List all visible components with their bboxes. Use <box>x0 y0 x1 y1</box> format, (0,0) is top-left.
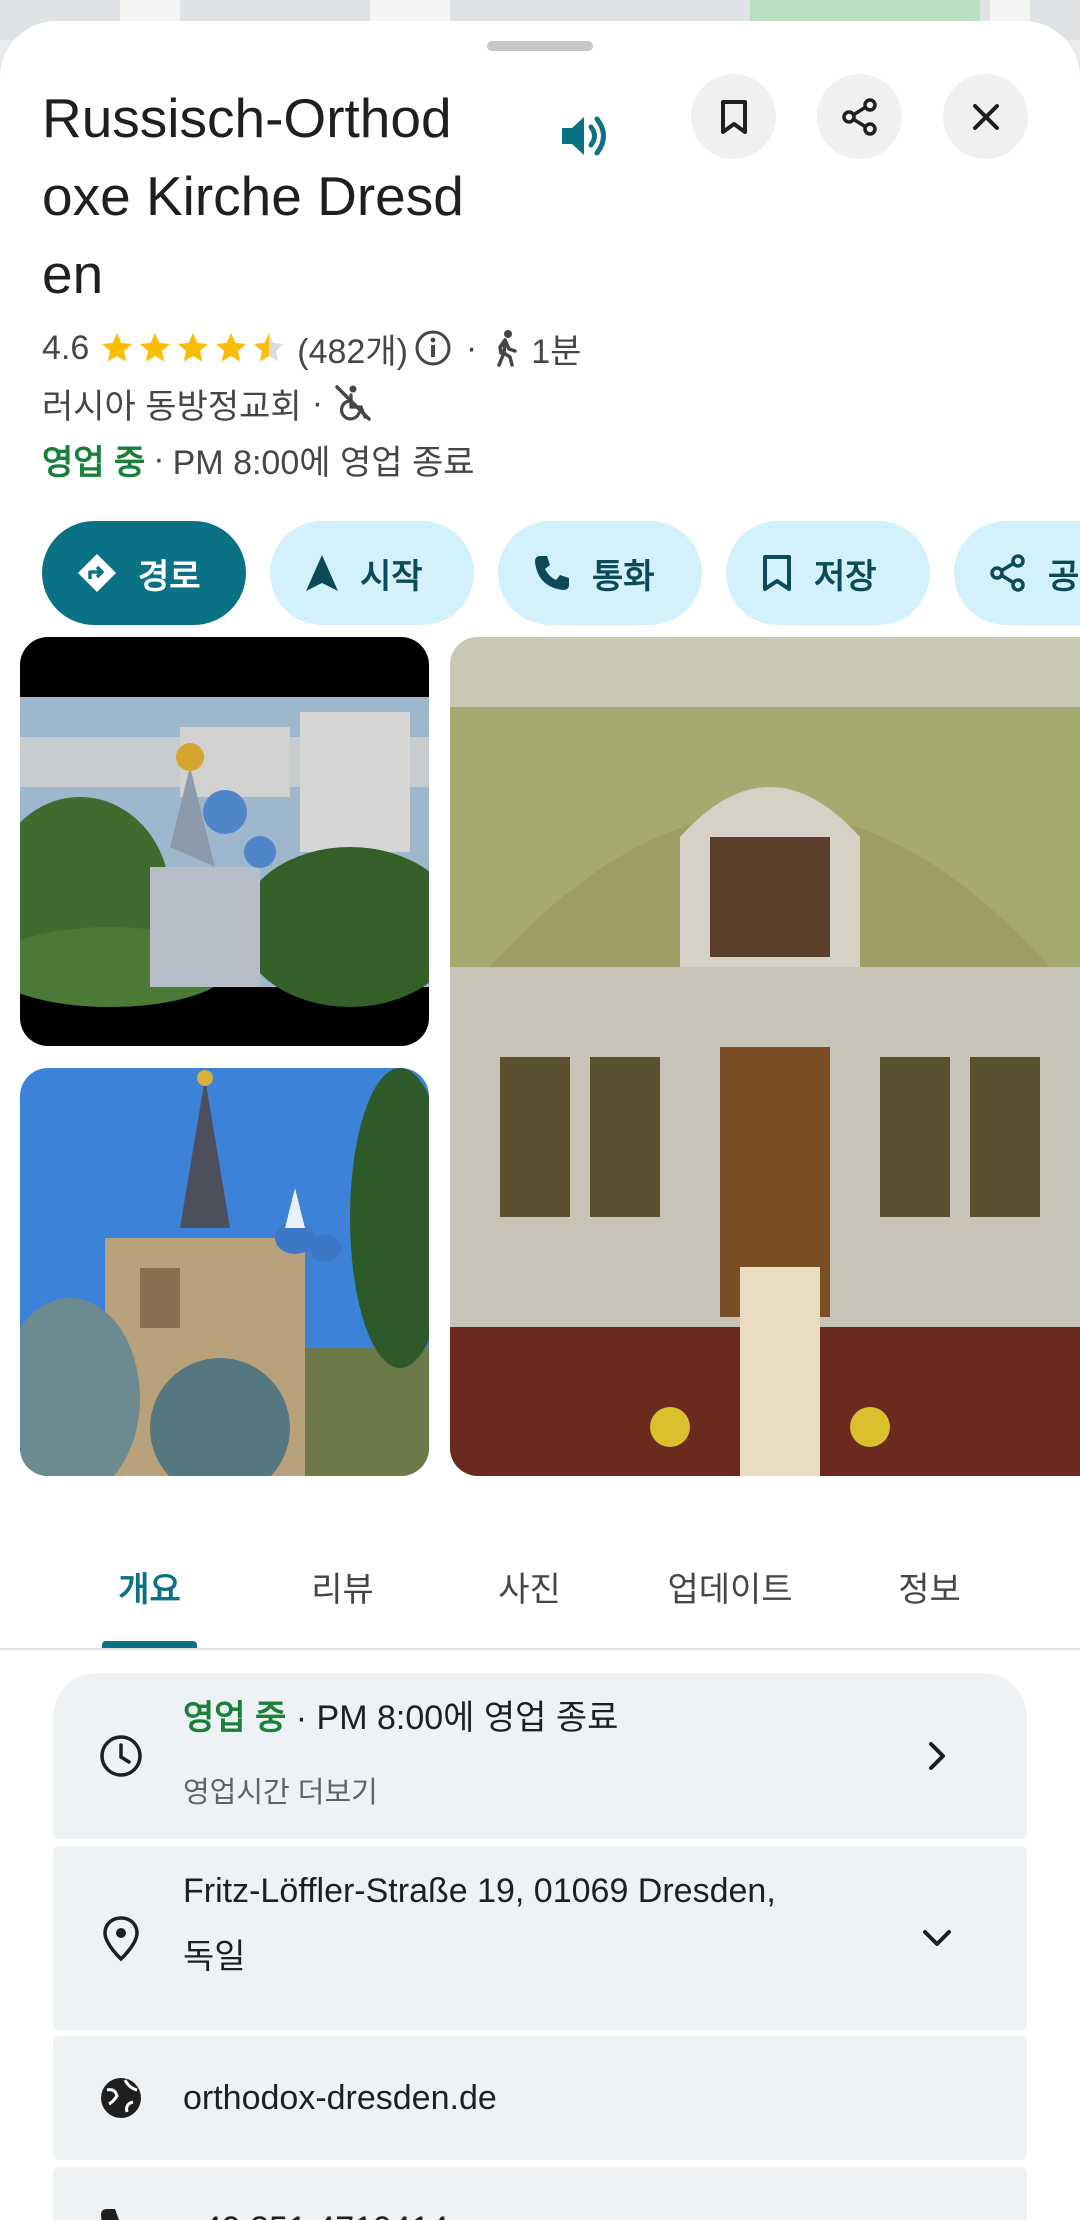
phone-number[interactable]: +49 351 4719414 <box>183 2196 449 2220</box>
rating-stars <box>99 330 289 366</box>
share-label: 공유 <box>1048 557 1080 596</box>
address-line-2: 독일 <box>183 1938 246 1976</box>
address-card[interactable]: Fritz-Löffler-Straße 19, 01069 Dresden, … <box>53 1846 1027 2030</box>
star-icon <box>178 333 209 362</box>
close-icon <box>972 103 999 130</box>
closing-time: PM 8:00에 영업 종료 <box>172 443 475 482</box>
navigation-arrow-icon <box>306 555 338 591</box>
tab-updates[interactable]: 업데이트 <box>640 1519 820 1654</box>
hours-status-line: 영업 중 · PM 8:00에 영업 종료 <box>183 1699 619 1737</box>
close-button[interactable] <box>943 74 1028 159</box>
share-icon <box>841 97 877 136</box>
phone-card[interactable]: +49 351 4719414 <box>53 2167 1027 2220</box>
review-count[interactable]: (482개) <box>297 324 408 373</box>
info-icon[interactable] <box>414 329 452 367</box>
bookmark-icon <box>763 555 791 591</box>
photo-interior-iconostasis[interactable] <box>450 637 1080 1476</box>
walk-time: 1분 <box>531 332 582 371</box>
action-chips: 경로 시작 통화 저장 공유 <box>42 521 1080 625</box>
hours-card[interactable]: 영업 중 · PM 8:00에 영업 종료 영업시간 더보기 <box>53 1673 1027 1839</box>
directions-label: 경로 <box>138 557 201 596</box>
directions-button[interactable]: 경로 <box>42 521 246 625</box>
category-row: 러시아 동방정교회 · <box>42 379 373 427</box>
chevron-right-icon <box>929 1742 945 1770</box>
clock-icon <box>100 1735 142 1777</box>
website-link[interactable]: orthodox-dresden.de <box>183 2065 497 2131</box>
directions-icon <box>78 554 116 592</box>
star-icon <box>216 333 247 362</box>
phone-icon <box>101 2209 119 2220</box>
share-button[interactable] <box>817 74 902 159</box>
globe-icon <box>101 2078 141 2118</box>
rating-row: 4.6 (482개) · 1분 <box>42 324 581 372</box>
phone-icon <box>535 556 569 590</box>
half-star-icon <box>254 333 285 362</box>
open-status: 영업 중 <box>42 443 146 482</box>
rating-value: 4.6 <box>42 328 90 367</box>
place-tabs: 개요 리뷰 사진 업데이트 정보 <box>0 1519 1080 1654</box>
tab-overview[interactable]: 개요 <box>72 1519 227 1654</box>
save-button[interactable]: 저장 <box>726 521 930 625</box>
tab-divider <box>0 1648 1080 1650</box>
open-status-row: 영업 중 · PM 8:00에 영업 종료 <box>42 435 475 483</box>
save-label: 저장 <box>814 557 877 596</box>
star-icon <box>140 333 171 362</box>
start-label: 시작 <box>360 557 423 596</box>
hours-more-link[interactable]: 영업시간 더보기 <box>183 1769 378 1811</box>
call-button[interactable]: 통화 <box>498 521 702 625</box>
place-category: 러시아 동방정교회 <box>42 387 302 426</box>
website-card[interactable]: orthodox-dresden.de <box>53 2036 1027 2160</box>
chevron-down-icon[interactable] <box>917 1918 957 1958</box>
place-bottom-sheet: Russisch-Orthodoxe Kirche Dresden 4.6 (4… <box>0 21 1080 2220</box>
location-pin-icon <box>103 1916 139 1962</box>
star-icon <box>102 333 133 362</box>
photo-video-aerial[interactable] <box>20 637 429 1046</box>
call-label: 통화 <box>592 557 655 596</box>
tab-reviews[interactable]: 리뷰 <box>265 1519 420 1654</box>
share-icon <box>990 554 1025 592</box>
tab-photos[interactable]: 사진 <box>452 1519 607 1654</box>
drag-handle[interactable] <box>487 41 593 51</box>
bookmark-button[interactable] <box>691 74 776 159</box>
photo-exterior[interactable] <box>20 1068 429 1476</box>
place-title: Russisch-Orthodoxe Kirche Dresden <box>42 87 464 305</box>
speaker-icon[interactable] <box>556 111 616 161</box>
tab-about[interactable]: 정보 <box>852 1519 1007 1654</box>
share-chip-button[interactable]: 공유 <box>954 521 1080 625</box>
hours-closing-time: PM 8:00에 영업 종료 <box>316 1699 619 1737</box>
start-button[interactable]: 시작 <box>270 521 474 625</box>
hours-open-status: 영업 중 <box>183 1699 287 1737</box>
bookmark-icon <box>720 99 747 134</box>
address-line-1: Fritz-Löffler-Straße 19, 01069 Dresden, <box>183 1872 776 1910</box>
not-wheelchair-accessible-icon <box>335 385 371 421</box>
active-tab-indicator <box>102 1641 197 1648</box>
walking-icon <box>497 330 517 367</box>
